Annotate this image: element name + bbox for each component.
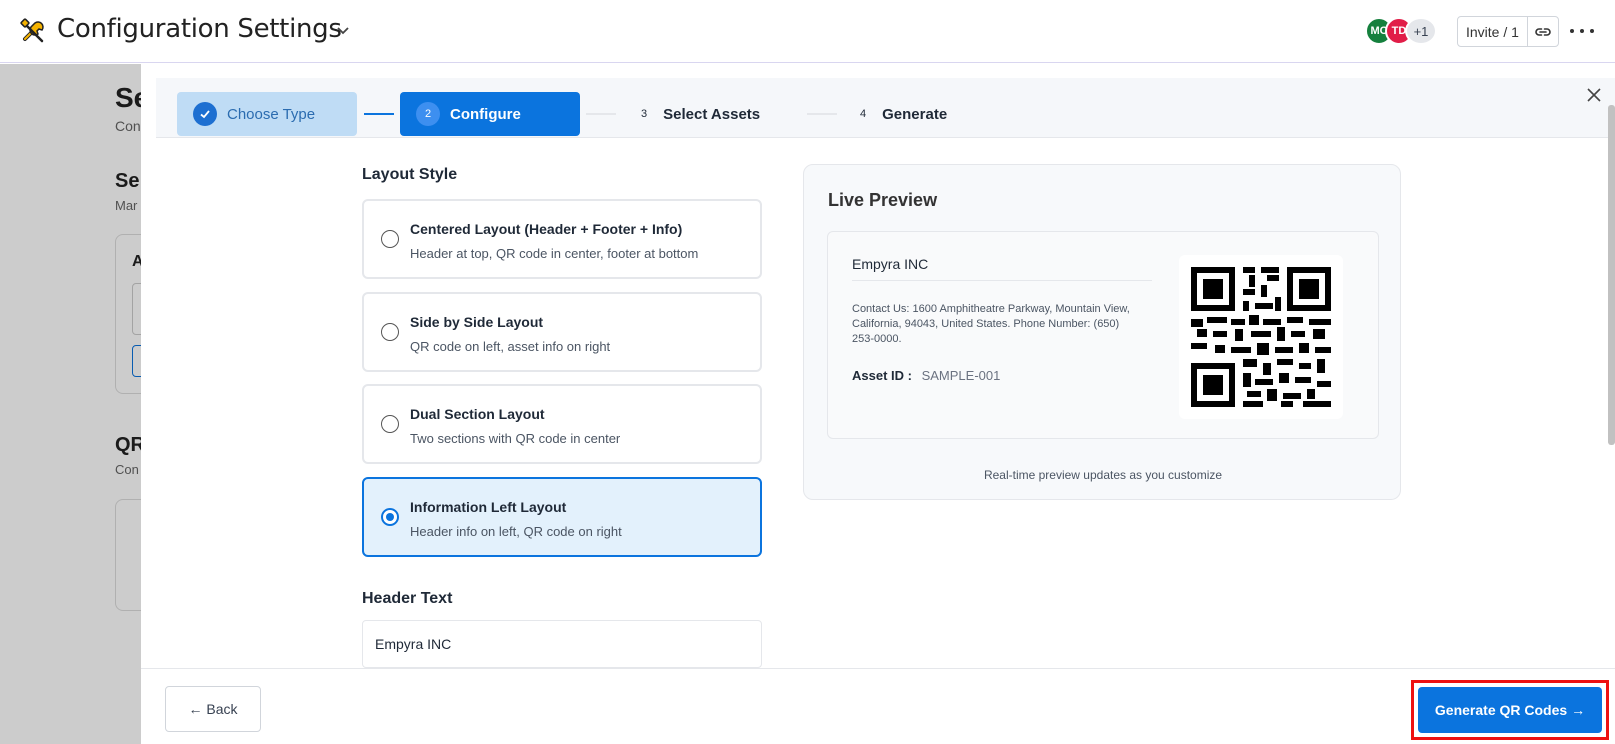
- asset-id-label: Asset ID :: [852, 368, 912, 383]
- more-options-button[interactable]: [1570, 22, 1594, 40]
- radio-button[interactable]: [381, 230, 399, 248]
- step-number: 2: [416, 102, 440, 126]
- step-configure[interactable]: 2 Configure: [400, 92, 580, 136]
- radio-button[interactable]: [381, 323, 399, 341]
- asset-id-value: SAMPLE-001: [921, 368, 1001, 383]
- preview-label-card: Empyra INC Contact Us: 1600 Amphitheatre…: [827, 231, 1379, 439]
- dot-icon: [1580, 29, 1584, 33]
- divider: [852, 280, 1152, 281]
- live-preview-card: Live Preview Empyra INC Contact Us: 1600…: [803, 164, 1401, 500]
- step-connector: [807, 113, 837, 115]
- option-title: Dual Section Layout: [410, 406, 545, 422]
- qr-code-icon: [1179, 255, 1343, 419]
- link-icon: [1535, 27, 1551, 36]
- step-label: Generate: [882, 105, 948, 123]
- header-text-input[interactable]: [362, 620, 762, 668]
- top-bar: Configuration Settings MC TD +1 Invite /…: [0, 0, 1615, 63]
- invite-group: Invite / 1: [1457, 16, 1559, 47]
- preview-note: Real-time preview updates as you customi…: [983, 468, 1223, 482]
- generate-qr-codes-button[interactable]: Generate QR Codes →: [1418, 687, 1602, 733]
- live-preview-title: Live Preview: [828, 190, 938, 210]
- page-title: Configuration Settings: [57, 14, 342, 44]
- chevron-down-icon[interactable]: [335, 22, 351, 38]
- wizard-stepper: Choose Type 2 Configure 3 Select Assets …: [156, 78, 1615, 138]
- option-description: Header info on left, QR code on right: [410, 524, 622, 539]
- preview-header-text: Empyra INC: [852, 256, 929, 272]
- step-label: Configure: [450, 105, 521, 123]
- layout-style-label: Layout Style: [362, 166, 458, 183]
- dot-icon: [1590, 29, 1594, 33]
- option-title: Side by Side Layout: [410, 314, 544, 330]
- option-title: Information Left Layout: [410, 499, 567, 515]
- invite-button[interactable]: Invite / 1: [1458, 17, 1528, 46]
- avatar-overflow-count[interactable]: +1: [1405, 17, 1437, 45]
- option-description: QR code on left, asset info on right: [410, 339, 611, 354]
- close-icon[interactable]: [1587, 88, 1601, 102]
- option-description: Header at top, QR code in center, footer…: [410, 246, 699, 261]
- preview-asset-id: Asset ID : SAMPLE-001: [852, 368, 1000, 383]
- dot-icon: [1570, 29, 1574, 33]
- radio-button-selected[interactable]: [381, 508, 399, 526]
- step-connector: [364, 113, 394, 115]
- layout-option-information-left[interactable]: Information Left Layout Header info on l…: [362, 477, 762, 557]
- step-select-assets[interactable]: 3 Select Assets: [641, 92, 760, 136]
- copy-link-button[interactable]: [1528, 17, 1558, 46]
- step-label: Choose Type: [227, 105, 316, 123]
- header-text-label: Header Text: [362, 590, 453, 607]
- modal-scrollbar[interactable]: [1608, 105, 1615, 445]
- back-button[interactable]: ← Back: [165, 686, 261, 732]
- check-icon: [193, 102, 217, 126]
- tools-icon: [20, 18, 44, 43]
- radio-button[interactable]: [381, 415, 399, 433]
- layout-option-dual-section[interactable]: Dual Section Layout Two sections with QR…: [362, 384, 762, 464]
- modal-footer: ← Back: [141, 668, 1615, 744]
- step-generate[interactable]: 4 Generate: [860, 92, 947, 136]
- option-description: Two sections with QR code in center: [410, 431, 621, 446]
- layout-option-side-by-side[interactable]: Side by Side Layout QR code on left, ass…: [362, 292, 762, 372]
- step-number: 3: [641, 108, 648, 120]
- step-choose-type[interactable]: Choose Type: [177, 92, 357, 136]
- preview-contact-text: Contact Us: 1600 Amphitheatre Parkway, M…: [852, 303, 1130, 345]
- layout-option-centered[interactable]: Centered Layout (Header + Footer + Info)…: [362, 199, 762, 279]
- step-label: Select Assets: [663, 105, 761, 123]
- step-number: 4: [860, 108, 867, 120]
- option-title: Centered Layout (Header + Footer + Info): [410, 221, 683, 237]
- step-connector: [586, 113, 616, 115]
